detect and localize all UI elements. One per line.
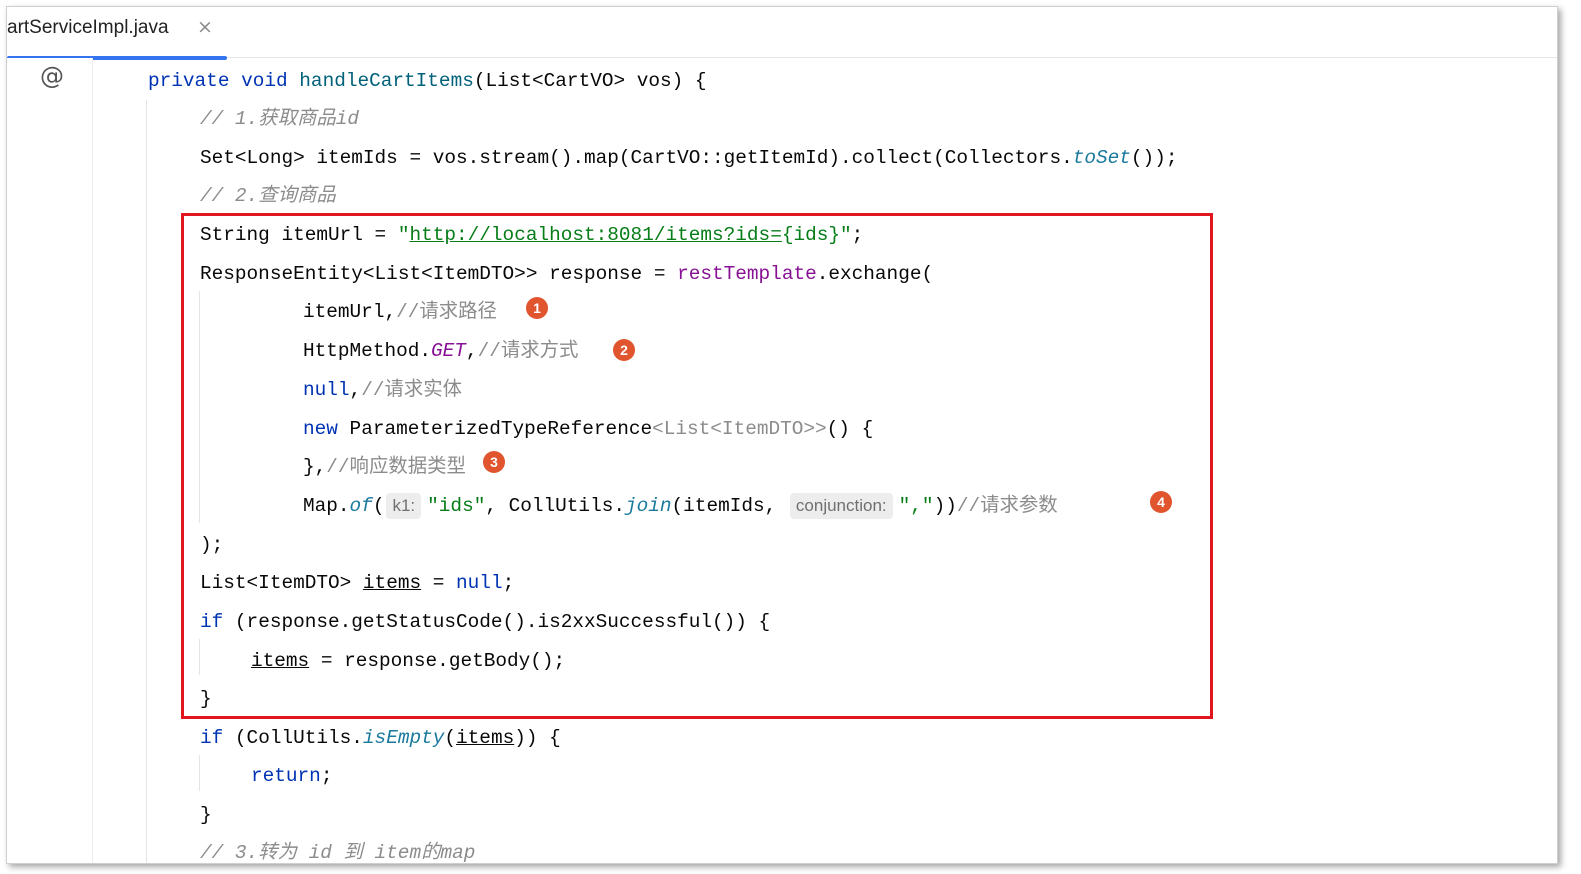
- static-method: toSet: [1072, 147, 1131, 169]
- code-text: (List<CartVO> vos) {: [473, 70, 707, 92]
- highlight-box: [181, 213, 1213, 719]
- keyword: private: [148, 70, 230, 92]
- code-text: (CollUtils.: [223, 727, 363, 749]
- code-line: // 1.获取商品id: [200, 107, 359, 131]
- indent-guide: [199, 755, 200, 791]
- code-line: private void handleCartItems(List<CartVO…: [148, 69, 707, 93]
- indent-guide: [146, 100, 147, 863]
- keyword: return: [251, 765, 321, 787]
- comment: // 2.查询商品: [200, 185, 336, 207]
- method-name: handleCartItems: [299, 70, 474, 92]
- code-line: if (CollUtils.isEmpty(items)) {: [200, 726, 561, 750]
- code-line: // 2.查询商品: [200, 184, 336, 208]
- code-text: ;: [320, 765, 333, 787]
- code-line: }: [200, 803, 212, 827]
- code-line: return;: [251, 764, 332, 788]
- code-text: ());: [1130, 147, 1178, 169]
- code-text: )) {: [514, 727, 561, 749]
- code-line: Set<Long> itemIds = vos.stream().map(Car…: [200, 146, 1177, 170]
- comment: // 1.获取商品: [200, 108, 336, 130]
- static-method: isEmpty: [362, 727, 445, 749]
- code-editor[interactable]: private void handleCartItems(List<CartVO…: [7, 7, 1557, 863]
- variable-name: items: [456, 727, 515, 749]
- keyword: if: [200, 727, 224, 749]
- comment: // 3.转为 id 到 item的map: [200, 842, 476, 864]
- comment: id: [335, 108, 360, 130]
- code-text: Set<Long> itemIds = vos.stream().map(Car…: [200, 147, 1073, 169]
- editor-window: artServiceImpl.java × @ private void han…: [6, 6, 1558, 864]
- code-line: // 3.转为 id 到 item的map: [200, 841, 476, 864]
- code-text: (: [444, 727, 457, 749]
- code-text: }: [200, 804, 212, 826]
- keyword: void: [241, 70, 288, 92]
